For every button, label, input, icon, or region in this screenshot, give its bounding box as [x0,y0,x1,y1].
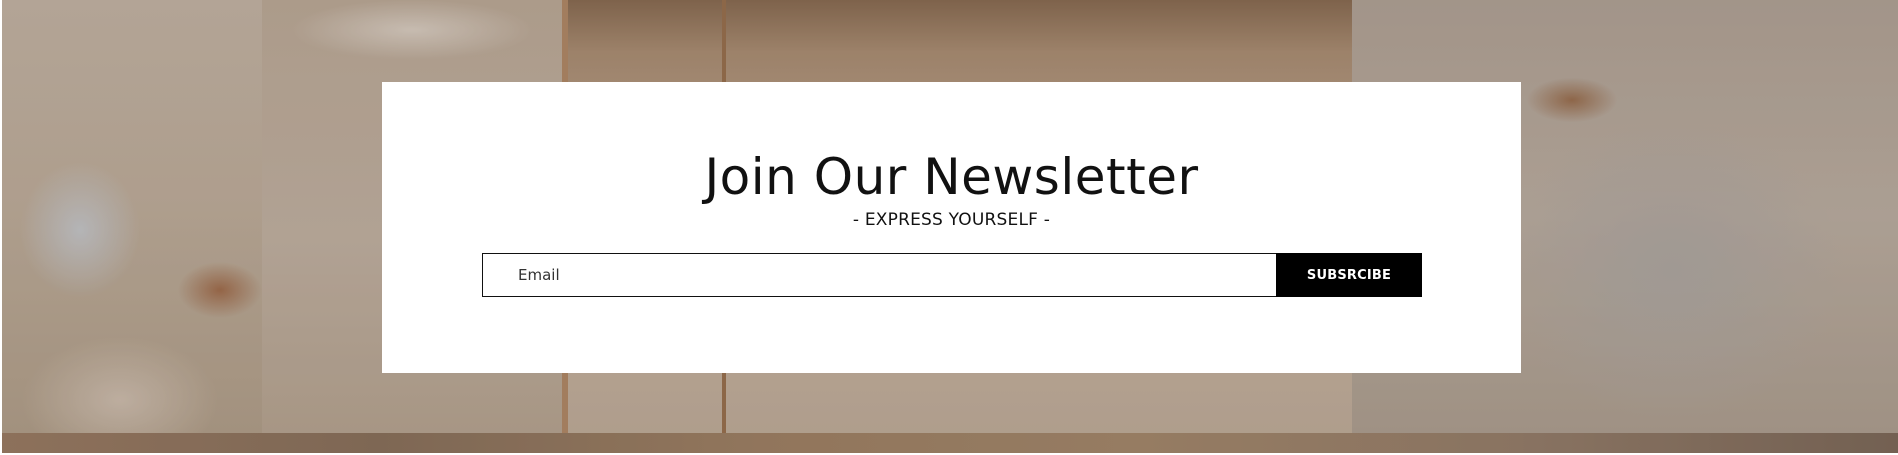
left-edge-divider [0,0,2,455]
newsletter-page: Join Our Newsletter - EXPRESS YOURSELF -… [0,0,1898,455]
email-input[interactable] [482,253,1276,297]
newsletter-subtitle: - EXPRESS YOURSELF - [852,210,1051,230]
subscribe-button[interactable]: SUBSRCIBE [1276,253,1422,297]
newsletter-form: SUBSRCIBE [482,253,1422,297]
newsletter-title: Join Our Newsletter [704,148,1199,206]
newsletter-card: Join Our Newsletter - EXPRESS YOURSELF -… [382,82,1521,373]
